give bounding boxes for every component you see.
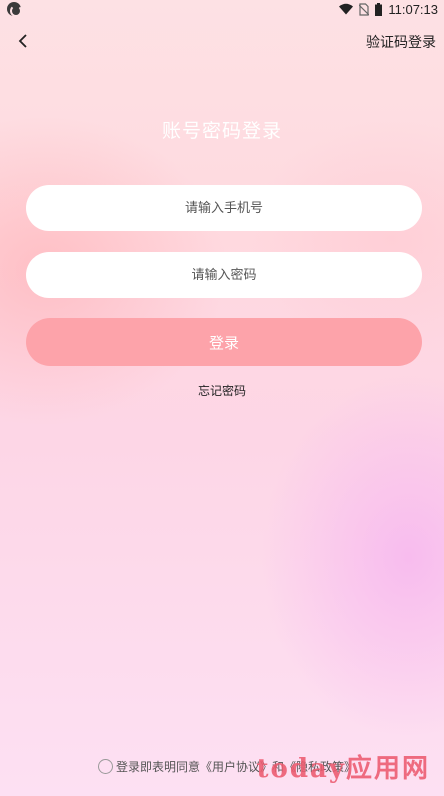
login-button[interactable]: 登录 xyxy=(26,318,422,366)
agreement-prefix: 登录即表明同意 xyxy=(116,760,201,774)
phone-input[interactable] xyxy=(26,185,422,231)
watermark-logo: today应用网 xyxy=(256,754,430,784)
app-notification-icon xyxy=(7,2,22,17)
no-sim-icon xyxy=(359,2,370,16)
status-bar: 11:07:13 xyxy=(0,0,444,18)
password-field-container xyxy=(26,252,422,298)
agreement-checkbox[interactable] xyxy=(98,759,113,774)
phone-field-container xyxy=(26,185,422,231)
status-time: 11:07:13 xyxy=(388,1,438,17)
sms-code-login-link[interactable]: 验证码登录 xyxy=(366,32,436,52)
page-title: 账号密码登录 xyxy=(161,120,282,142)
chevron-left-icon xyxy=(18,34,27,48)
back-button[interactable] xyxy=(12,30,34,52)
status-bar-left xyxy=(7,2,22,17)
battery-icon xyxy=(375,2,383,16)
status-bar-right: 11:07:13 xyxy=(339,2,438,17)
password-input[interactable] xyxy=(26,252,422,298)
wifi-icon xyxy=(339,3,354,15)
forgot-password-link[interactable]: 忘记密码 xyxy=(0,382,444,399)
